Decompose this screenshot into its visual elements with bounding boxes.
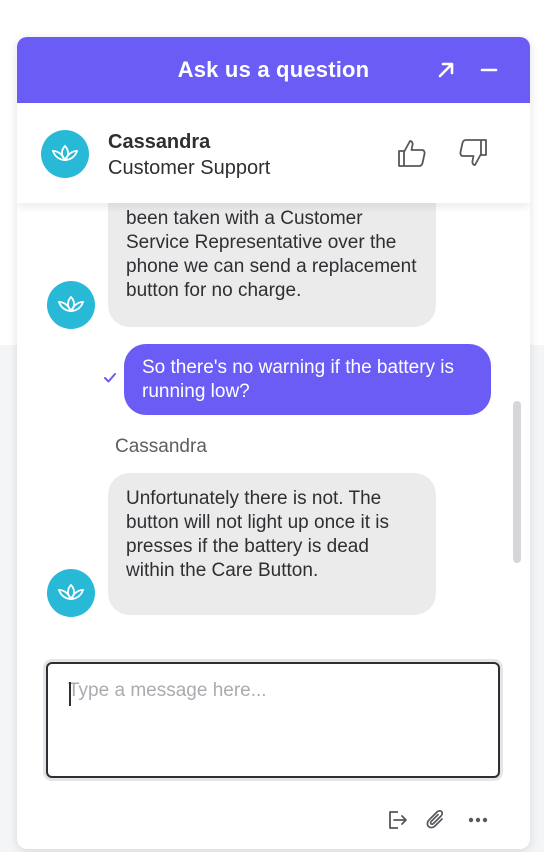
chat-header: Ask us a question <box>17 37 530 103</box>
exit-icon <box>389 811 407 829</box>
agent-message-bubble: Unfortunately there is not. The button w… <box>108 473 436 615</box>
more-options-button[interactable] <box>464 806 492 834</box>
thumbs-down-button[interactable] <box>455 135 491 171</box>
checkmark-icon <box>103 371 117 389</box>
message-sender-label: Cassandra <box>115 436 207 457</box>
end-chat-button[interactable] <box>383 806 411 834</box>
agent-role: Customer Support <box>108 157 271 179</box>
message-input[interactable] <box>48 664 498 776</box>
expand-button[interactable] <box>431 55 461 85</box>
chat-title: Ask us a question <box>177 57 370 82</box>
chat-widget: Ask us a question Cassandra Customer Sup… <box>17 37 530 849</box>
user-message-bubble: So there's no warning if the battery is … <box>124 344 491 415</box>
thumbs-up-button[interactable] <box>394 135 430 171</box>
agent-message-bubble: been taken with a Customer Service Repre… <box>108 203 436 327</box>
agent-name: Cassandra <box>108 131 211 153</box>
message-composer <box>46 662 500 778</box>
more-icon <box>468 817 488 823</box>
message-list[interactable]: been taken with a Customer Service Repre… <box>17 203 530 659</box>
thumbs-down-icon <box>459 139 487 166</box>
minimize-button[interactable] <box>474 55 504 85</box>
lotus-icon <box>51 144 79 162</box>
agent-message-avatar <box>47 569 95 617</box>
thumbs-up-icon <box>398 140 426 167</box>
agent-message-avatar <box>47 281 95 329</box>
text-cursor <box>69 682 71 706</box>
message-scrollbar[interactable] <box>513 401 521 563</box>
agent-avatar <box>41 130 89 178</box>
arrow-up-right-icon <box>438 62 454 78</box>
paperclip-icon <box>426 809 444 829</box>
lotus-icon <box>57 583 85 601</box>
agent-info-bar: Cassandra Customer Support <box>17 103 530 203</box>
minus-icon <box>480 68 498 72</box>
lotus-icon <box>57 295 85 313</box>
attach-file-button[interactable] <box>422 806 450 834</box>
